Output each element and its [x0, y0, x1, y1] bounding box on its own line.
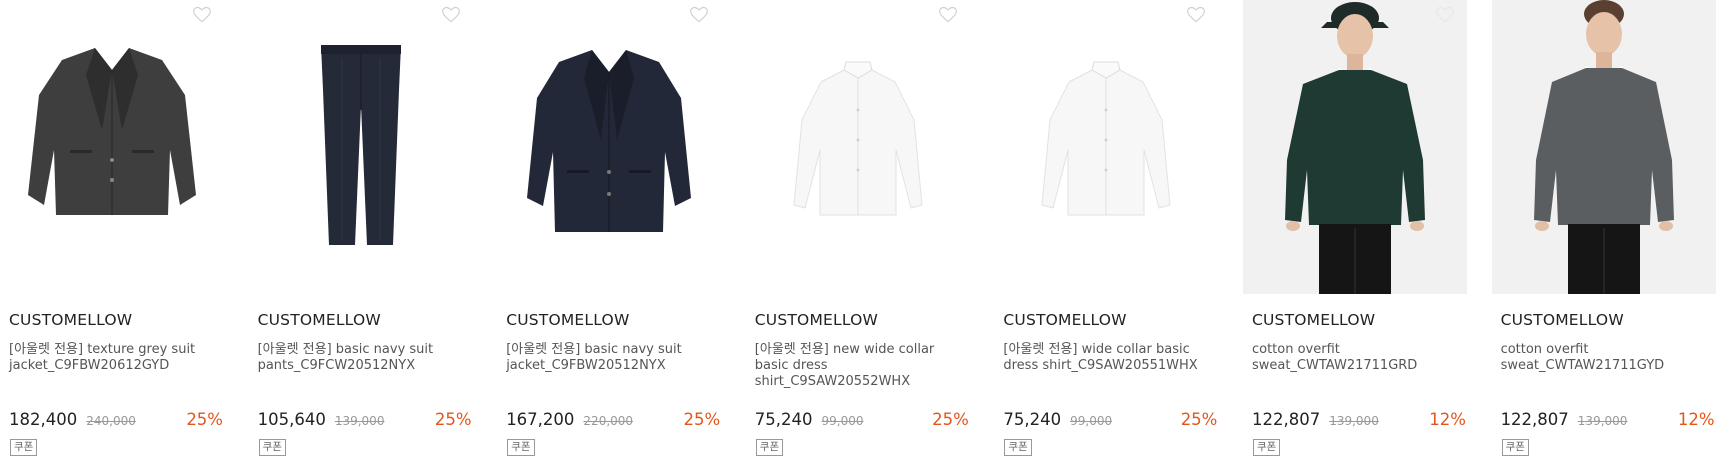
sale-price: 182,400 [9, 410, 78, 429]
price-row: 182,400 240,000 25% [9, 410, 223, 430]
original-price: 220,000 [583, 414, 634, 428]
product-card[interactable]: CUSTOMELLOW [아울렛 전용] basic navy suit jac… [497, 0, 722, 471]
price-row: 105,640 139,000 25% [258, 410, 472, 430]
coupon-badge: 쿠폰 [10, 439, 38, 456]
coupon-badge: 쿠폰 [1004, 439, 1032, 456]
product-card[interactable]: CUSTOMELLOW cotton overfit sweat_CWTAW21… [1242, 0, 1467, 471]
wishlist-heart-icon[interactable] [688, 4, 710, 26]
product-image[interactable] [745, 0, 970, 294]
discount-rate: 12% [1429, 410, 1466, 429]
sale-price: 122,807 [1251, 410, 1321, 429]
product-card[interactable]: CUSTOMELLOW [아울렛 전용] wide collar basic d… [994, 0, 1219, 471]
sale-price: 75,240 [1003, 410, 1062, 429]
brand-name[interactable]: CUSTOMELLOW [1252, 311, 1375, 329]
product-image[interactable] [497, 0, 722, 294]
coupon-badge: 쿠폰 [1252, 439, 1281, 456]
wishlist-heart-icon[interactable] [1434, 4, 1456, 26]
discount-rate: 25% [186, 410, 223, 429]
brand-name[interactable]: CUSTOMELLOW [258, 311, 381, 329]
product-image[interactable] [0, 0, 224, 294]
product-image[interactable] [994, 0, 1219, 294]
brand-name[interactable]: CUSTOMELLOW [9, 311, 132, 329]
original-price: 139,000 [1577, 414, 1628, 428]
original-price: 240,000 [86, 414, 136, 428]
product-card[interactable]: CUSTOMELLOW [아울렛 전용] texture grey suit j… [0, 0, 224, 471]
brand-name[interactable]: CUSTOMELLOW [1501, 311, 1624, 329]
price-row: 75,240 99,000 25% [1003, 410, 1217, 430]
wishlist-heart-icon[interactable] [937, 4, 959, 26]
original-price: 139,000 [334, 414, 385, 428]
original-price: 99,000 [821, 414, 864, 428]
product-grid: CUSTOMELLOW [아울렛 전용] texture grey suit j… [0, 0, 1722, 471]
product-name[interactable]: [아울렛 전용] wide collar basic dress shirt_C… [1003, 342, 1213, 374]
product-card[interactable]: CUSTOMELLOW cotton overfit sweat_CWTAW21… [1491, 0, 1716, 471]
coupon-badge: 쿠폰 [507, 439, 535, 456]
original-price: 99,000 [1070, 414, 1113, 428]
coupon-badge: 쿠폰 [755, 439, 784, 456]
original-price: 139,000 [1329, 414, 1379, 428]
product-image[interactable] [1491, 0, 1716, 294]
product-name[interactable]: [아울렛 전용] basic navy suit pants_C9FCW2051… [258, 342, 468, 374]
product-card[interactable]: CUSTOMELLOW [아울렛 전용] basic navy suit pan… [248, 0, 473, 471]
product-name[interactable]: cotton overfit sweat_CWTAW21711GYD [1501, 342, 1711, 374]
brand-name[interactable]: CUSTOMELLOW [506, 311, 629, 329]
product-image[interactable] [248, 0, 473, 294]
price-row: 122,807 139,000 12% [1501, 410, 1715, 430]
price-row: 122,807 139,000 12% [1252, 410, 1466, 430]
discount-rate: 12% [1677, 410, 1715, 429]
product-image[interactable] [1242, 0, 1467, 294]
discount-rate: 25% [932, 410, 969, 429]
product-name[interactable]: cotton overfit sweat_CWTAW21711GRD [1252, 342, 1462, 374]
wishlist-heart-icon[interactable] [440, 4, 462, 26]
sale-price: 105,640 [257, 410, 326, 429]
sale-price: 167,200 [506, 410, 575, 429]
product-name[interactable]: [아울렛 전용] basic navy suit jacket_C9FBW205… [506, 342, 716, 374]
brand-name[interactable]: CUSTOMELLOW [755, 311, 878, 329]
wishlist-heart-icon[interactable] [191, 4, 213, 26]
discount-rate: 25% [434, 410, 472, 429]
sale-price: 122,807 [1500, 410, 1569, 429]
coupon-badge: 쿠폰 [258, 439, 286, 456]
product-name[interactable]: [아울렛 전용] texture grey suit jacket_C9FBW2… [9, 342, 219, 374]
discount-rate: 25% [683, 410, 721, 429]
discount-rate: 25% [1180, 410, 1218, 429]
coupon-badge: 쿠폰 [1501, 439, 1529, 456]
product-name[interactable]: [아울렛 전용] new wide collar basic dress shi… [755, 342, 965, 390]
price-row: 167,200 220,000 25% [506, 410, 720, 430]
product-card[interactable]: CUSTOMELLOW [아울렛 전용] new wide collar bas… [745, 0, 970, 471]
brand-name[interactable]: CUSTOMELLOW [1003, 311, 1126, 329]
sale-price: 75,240 [754, 410, 813, 429]
price-row: 75,240 99,000 25% [755, 410, 969, 430]
wishlist-heart-icon[interactable] [1185, 4, 1207, 26]
